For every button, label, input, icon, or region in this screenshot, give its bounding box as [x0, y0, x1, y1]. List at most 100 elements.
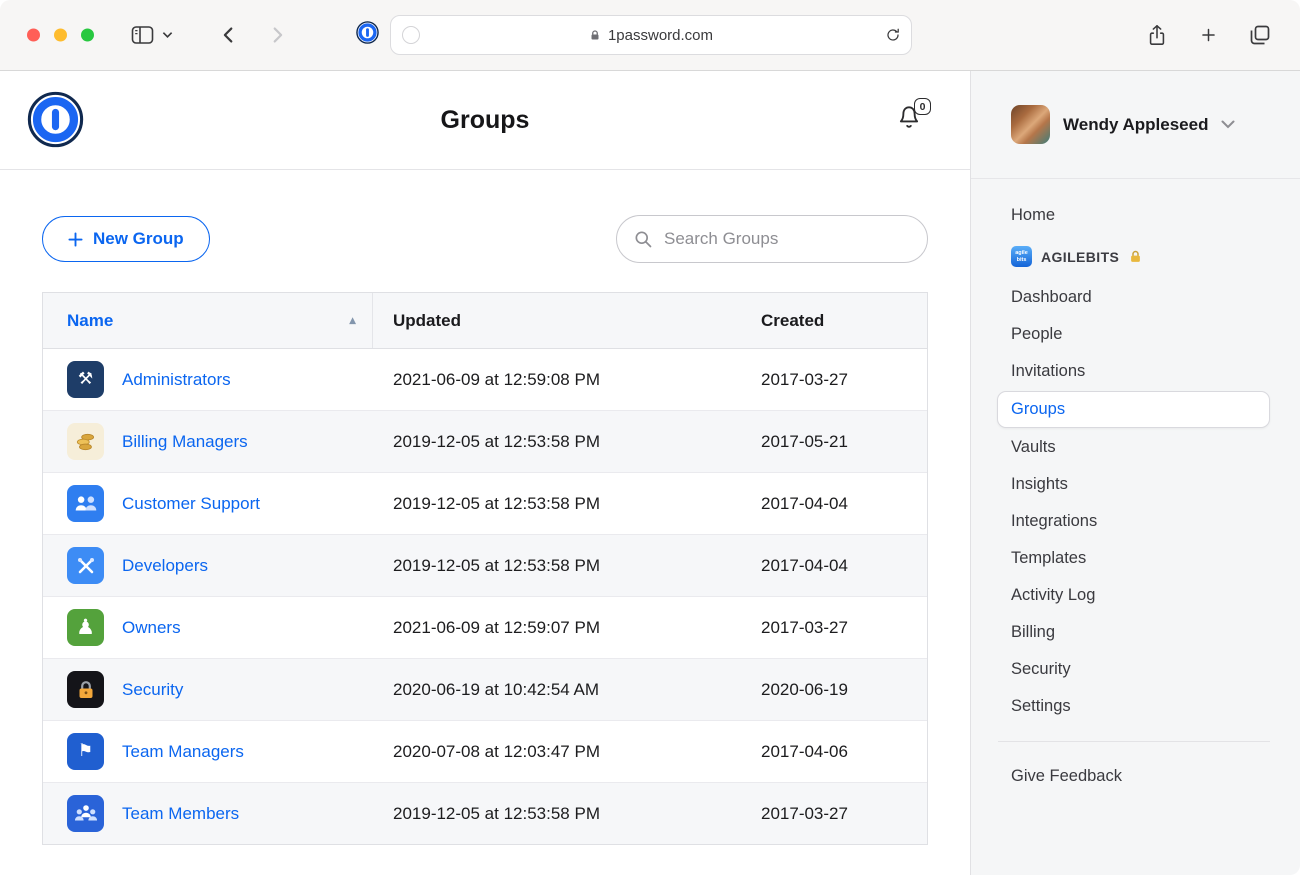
reload-button[interactable]	[885, 27, 901, 43]
column-header-name[interactable]: Name ▲	[43, 293, 373, 348]
created-cell: 2017-04-06	[761, 741, 848, 761]
crossed-tools-icon: ⚒	[67, 361, 104, 398]
browser-toolbar: 1password.com	[0, 0, 1300, 71]
sidebar-item-templates[interactable]: Templates	[971, 540, 1300, 577]
group-link[interactable]: Security	[122, 680, 183, 700]
flag-icon: ⚑	[67, 733, 104, 770]
page-header: Groups 0	[0, 71, 970, 170]
groups-table: Name ▲ Updated Created ⚒ Administrators …	[42, 292, 928, 845]
table-row-administrators[interactable]: ⚒ Administrators 2021-06-09 at 12:59:08 …	[43, 349, 927, 410]
created-cell: 2020-06-19	[761, 679, 848, 699]
tab-overview-button[interactable]	[1248, 23, 1272, 47]
column-header-updated[interactable]: Updated	[373, 293, 741, 348]
sidebar-menu-chevron[interactable]	[162, 31, 173, 39]
search-groups-field[interactable]	[616, 215, 928, 263]
sidebar-item-give-feedback[interactable]: Give Feedback	[971, 758, 1300, 795]
url-text: 1password.com	[607, 26, 714, 44]
browser-window: 1password.com Groups 0 New Group Search …	[0, 0, 1300, 875]
plus-icon	[1202, 28, 1215, 42]
updated-cell: 2019-12-05 at 12:53:58 PM	[393, 803, 600, 823]
page-title: Groups	[440, 105, 530, 134]
window-controls	[27, 28, 94, 42]
avatar	[1011, 105, 1050, 144]
people-icon	[67, 485, 104, 522]
sort-ascending-icon: ▲	[349, 315, 356, 326]
wrench-hammer-icon	[67, 547, 104, 584]
new-group-label: New Group	[93, 229, 184, 248]
account-sidebar: Wendy Appleseed Home agile bits AGILEBIT…	[970, 71, 1300, 875]
sidebar-item-dashboard[interactable]: Dashboard	[971, 279, 1300, 316]
group-link[interactable]: Administrators	[122, 370, 231, 390]
created-cell: 2017-04-04	[761, 555, 848, 575]
org-label: AGILEBITS	[1041, 248, 1120, 265]
tabs-icon	[1250, 25, 1270, 45]
forward-button[interactable]	[266, 24, 288, 46]
table-body: ⚒ Administrators 2021-06-09 at 12:59:08 …	[43, 349, 927, 844]
zoom-window-button[interactable]	[81, 28, 94, 42]
table-row-customer-support[interactable]: Customer Support 2019-12-05 at 12:53:58 …	[43, 472, 927, 534]
table-row-billing-managers[interactable]: Billing Managers 2019-12-05 at 12:53:58 …	[43, 410, 927, 472]
search-input[interactable]	[662, 228, 911, 250]
agilebits-icon: agile bits	[1011, 246, 1032, 267]
sidebar-item-settings[interactable]: Settings	[971, 688, 1300, 725]
table-row-developers[interactable]: Developers 2019-12-05 at 12:53:58 PM 201…	[43, 534, 927, 596]
gold-lock-icon	[1131, 250, 1141, 262]
share-button[interactable]	[1146, 22, 1168, 48]
sidebar-item-groups[interactable]: Groups	[997, 391, 1270, 428]
search-icon	[635, 231, 652, 248]
updated-cell: 2021-06-09 at 12:59:08 PM	[393, 369, 600, 389]
site-settings-icon[interactable]	[402, 26, 420, 44]
close-window-button[interactable]	[27, 28, 40, 42]
group-link[interactable]: Developers	[122, 556, 208, 576]
sidebar-item-people[interactable]: People	[971, 316, 1300, 353]
sidebar-toggle-button[interactable]	[130, 24, 155, 46]
chevron-down-icon	[162, 32, 173, 39]
new-tab-button[interactable]	[1199, 26, 1218, 45]
sidebar-item-invitations[interactable]: Invitations	[971, 353, 1300, 390]
account-menu[interactable]: Wendy Appleseed	[971, 71, 1300, 179]
column-header-created[interactable]: Created	[741, 293, 927, 348]
table-row-team-members[interactable]: Team Members 2019-12-05 at 12:53:58 PM 2…	[43, 782, 927, 844]
updated-cell: 2020-06-19 at 10:42:54 AM	[393, 679, 600, 699]
sidebar-item-home[interactable]: Home	[971, 197, 1300, 234]
chevron-right-icon	[273, 27, 283, 43]
onepassword-favicon	[356, 21, 379, 49]
padlock-icon	[67, 671, 104, 708]
updated-cell: 2019-12-05 at 12:53:58 PM	[393, 431, 600, 451]
back-button[interactable]	[218, 24, 240, 46]
sidebar-item-vaults[interactable]: Vaults	[971, 429, 1300, 466]
updated-cell: 2019-12-05 at 12:53:58 PM	[393, 555, 600, 575]
table-row-security[interactable]: Security 2020-06-19 at 10:42:54 AM 2020-…	[43, 658, 927, 720]
sidebar-item-integrations[interactable]: Integrations	[971, 503, 1300, 540]
sidebar-item-insights[interactable]: Insights	[971, 466, 1300, 503]
group-link[interactable]: Owners	[122, 618, 181, 638]
onepassword-logo	[27, 91, 84, 148]
group-link[interactable]: Team Managers	[122, 742, 244, 762]
address-bar[interactable]: 1password.com	[390, 15, 912, 55]
account-name: Wendy Appleseed	[1063, 114, 1209, 134]
table-row-team-managers[interactable]: ⚑ Team Managers 2020-07-08 at 12:03:47 P…	[43, 720, 927, 782]
group-link[interactable]: Customer Support	[122, 494, 260, 514]
sidebar-item-activity-log[interactable]: Activity Log	[971, 577, 1300, 614]
table-row-owners[interactable]: ♟ Owners 2021-06-09 at 12:59:07 PM 2017-…	[43, 596, 927, 658]
notification-badge: 0	[914, 98, 931, 115]
updated-cell: 2021-06-09 at 12:59:07 PM	[393, 617, 600, 637]
created-cell: 2017-03-27	[761, 803, 848, 823]
group-link[interactable]: Billing Managers	[122, 432, 248, 452]
sidebar-nav: Home agile bits AGILEBITS Dashboard Peop…	[971, 179, 1300, 795]
sidebar-item-billing[interactable]: Billing	[971, 614, 1300, 651]
minimize-window-button[interactable]	[54, 28, 67, 42]
sidebar-item-security[interactable]: Security	[971, 651, 1300, 688]
notifications-button[interactable]: 0	[894, 98, 931, 135]
group-link[interactable]: Team Members	[122, 804, 239, 824]
people-group-icon	[67, 795, 104, 832]
share-icon	[1149, 25, 1165, 45]
chevron-down-icon	[1221, 120, 1235, 129]
sidebar-item-agilebits[interactable]: agile bits AGILEBITS	[971, 234, 1300, 279]
chevron-left-icon	[223, 27, 233, 43]
sidebar-icon	[131, 26, 154, 44]
table-header: Name ▲ Updated Created	[43, 293, 927, 349]
created-cell: 2017-04-04	[761, 493, 848, 513]
new-group-button[interactable]: New Group	[42, 216, 210, 262]
reload-icon	[887, 28, 899, 41]
